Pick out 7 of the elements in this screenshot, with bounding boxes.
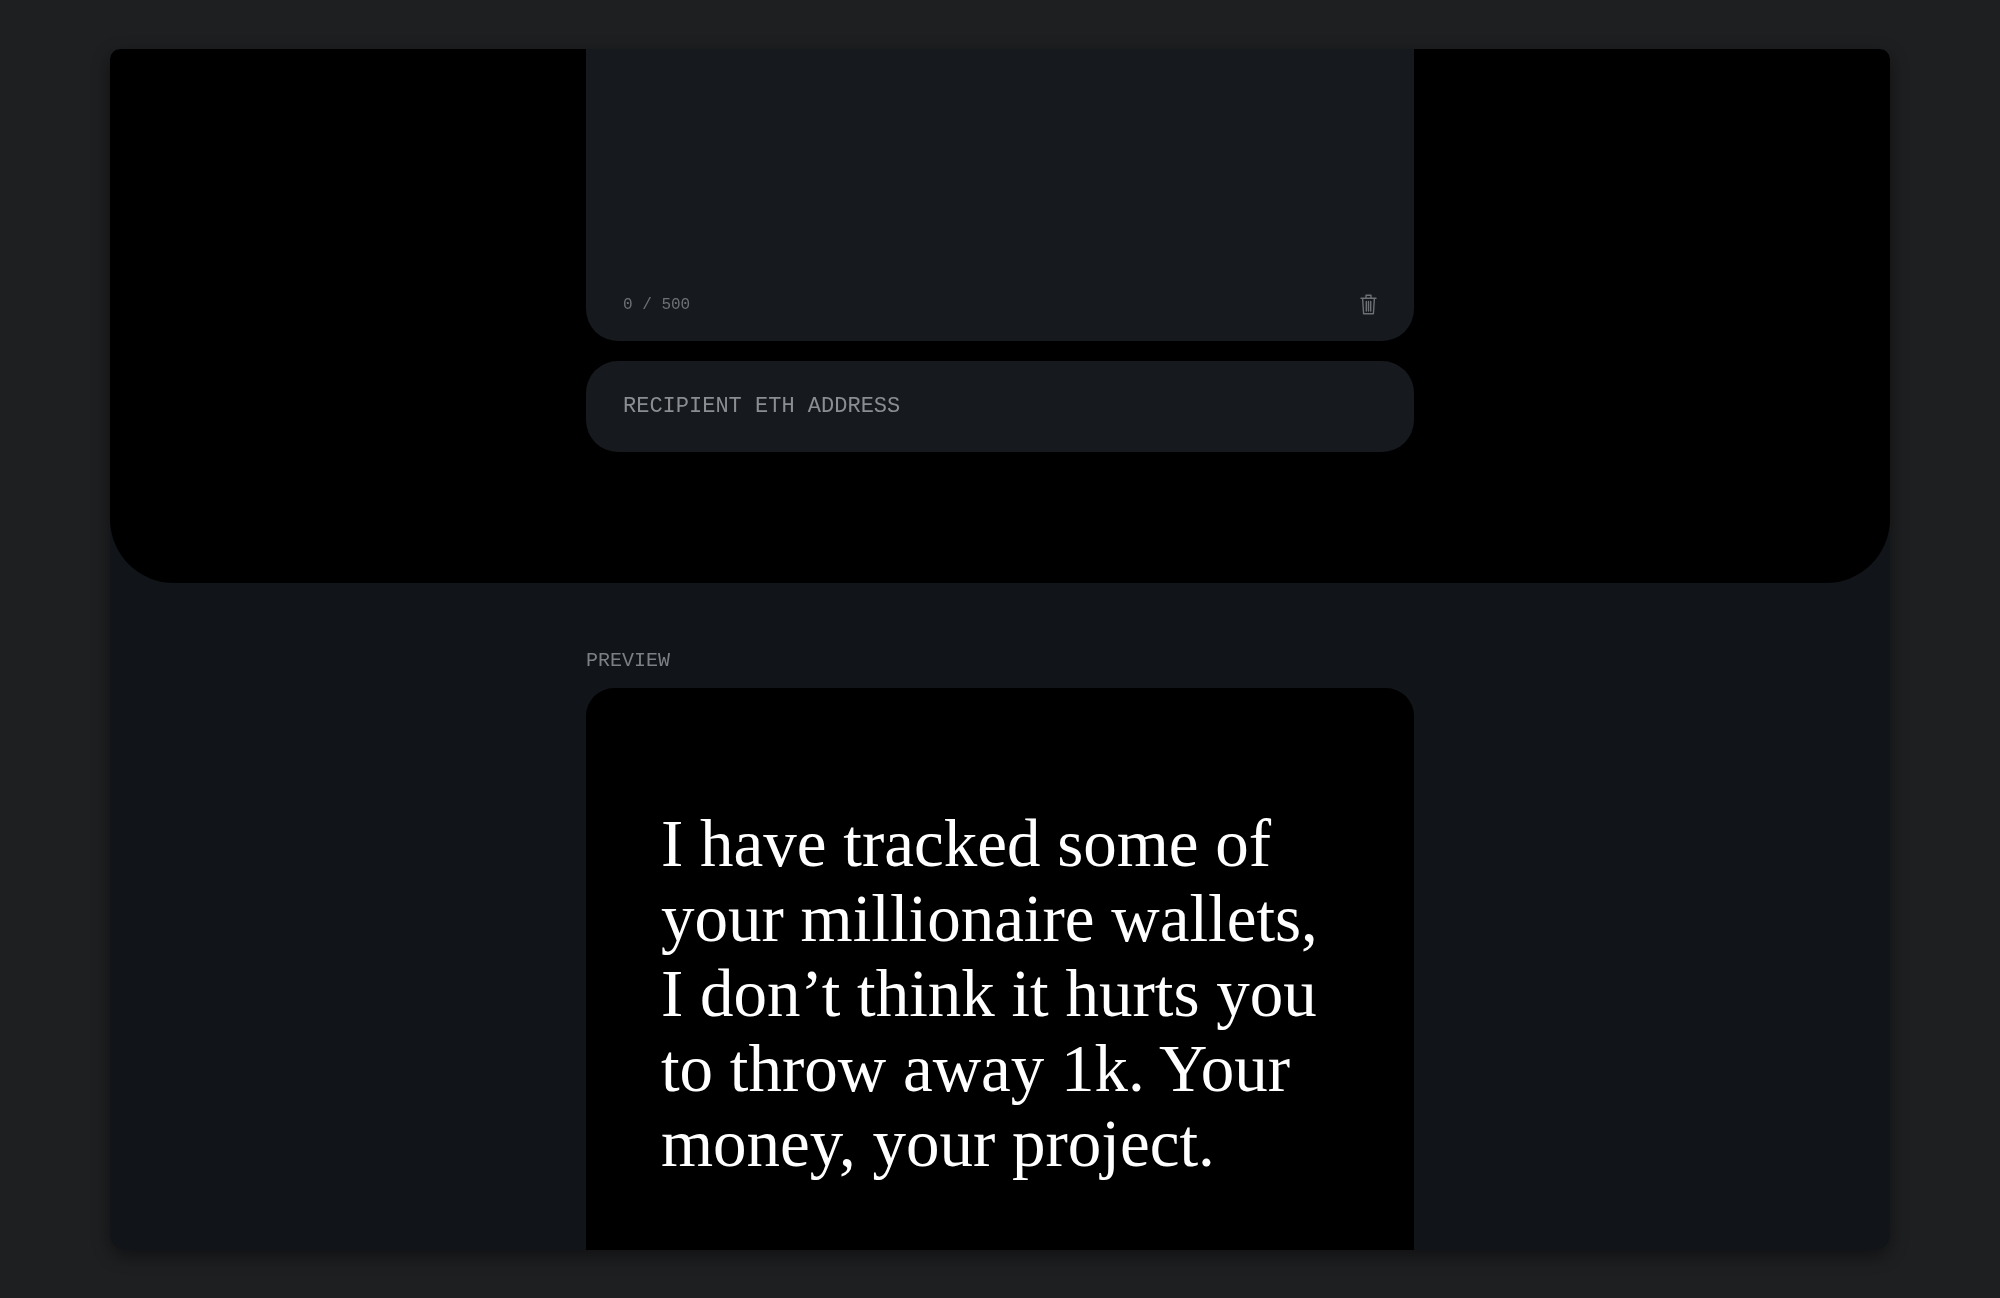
character-counter: 0 / 500 — [623, 294, 691, 315]
address-field[interactable]: RECIPIENT ETH ADDRESS — [586, 361, 1414, 452]
message-field[interactable]: 0 / 500 — [586, 49, 1414, 341]
trash-icon — [1360, 294, 1377, 315]
delete-button[interactable] — [1360, 294, 1377, 315]
preview-text: I have tracked some of your millionaire wallets, I don’t think it hurts you to throw away 1k. Your money, your project. — [661, 806, 1319, 1181]
preview-label: PREVIEW — [586, 649, 670, 673]
